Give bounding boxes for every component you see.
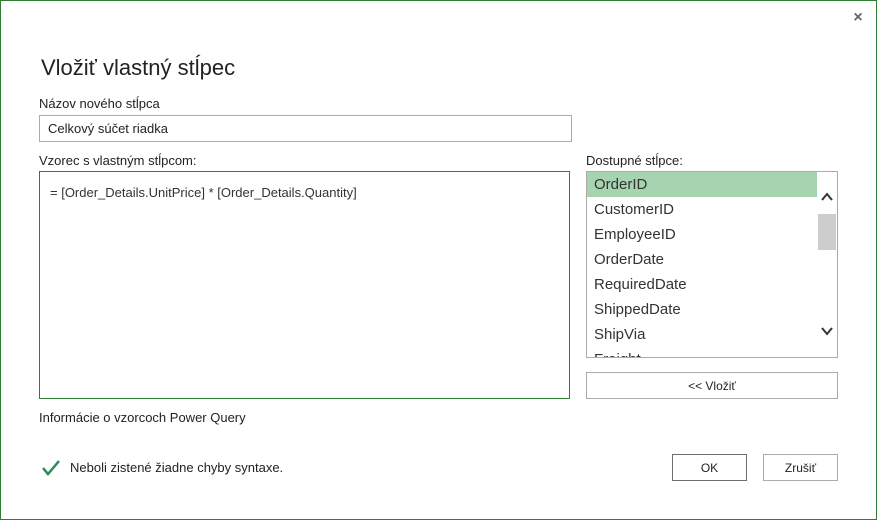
ok-button[interactable]: OK bbox=[672, 454, 747, 481]
list-item[interactable]: EmployeeID bbox=[587, 222, 817, 247]
available-columns-list[interactable]: OrderID CustomerID EmployeeID OrderDate … bbox=[586, 171, 838, 358]
column-name-label: Názov nového stĺpca bbox=[39, 96, 160, 111]
cancel-button[interactable]: Zrušiť bbox=[763, 454, 838, 481]
insert-column-button[interactable]: << Vložiť bbox=[586, 372, 838, 399]
list-item[interactable]: RequiredDate bbox=[587, 272, 817, 297]
syntax-status: Neboli zistené žiadne chyby syntaxe. bbox=[70, 460, 284, 475]
list-item[interactable]: Freight bbox=[587, 347, 817, 357]
dialog-title: Vložiť vlastný stĺpec bbox=[41, 55, 236, 80]
power-query-help-link[interactable]: Informácie o vzorcoch Power Query bbox=[39, 410, 246, 425]
scrollbar[interactable] bbox=[817, 172, 837, 357]
available-columns-label: Dostupné stĺpce: bbox=[586, 153, 683, 168]
custom-column-dialog: × Vložiť vlastný stĺpec Názov nového stĺ… bbox=[0, 0, 877, 520]
list-item[interactable]: ShippedDate bbox=[587, 297, 817, 322]
formula-label: Vzorec s vlastným stĺpcom: bbox=[39, 153, 197, 168]
scroll-down-icon[interactable] bbox=[820, 324, 834, 338]
close-icon[interactable]: × bbox=[849, 9, 867, 27]
list-item[interactable]: ShipVia bbox=[587, 322, 817, 347]
list-item[interactable]: OrderDate bbox=[587, 247, 817, 272]
list-item[interactable]: OrderID bbox=[587, 172, 817, 197]
scroll-up-icon[interactable] bbox=[820, 190, 834, 204]
formula-editor[interactable]: = [Order_Details.UnitPrice] * [Order_Det… bbox=[39, 171, 570, 399]
checkmark-icon bbox=[41, 458, 61, 478]
column-name-input[interactable] bbox=[39, 115, 572, 142]
list-item[interactable]: CustomerID bbox=[587, 197, 817, 222]
formula-text: = [Order_Details.UnitPrice] * [Order_Det… bbox=[50, 185, 357, 200]
scrollbar-thumb[interactable] bbox=[818, 214, 836, 250]
